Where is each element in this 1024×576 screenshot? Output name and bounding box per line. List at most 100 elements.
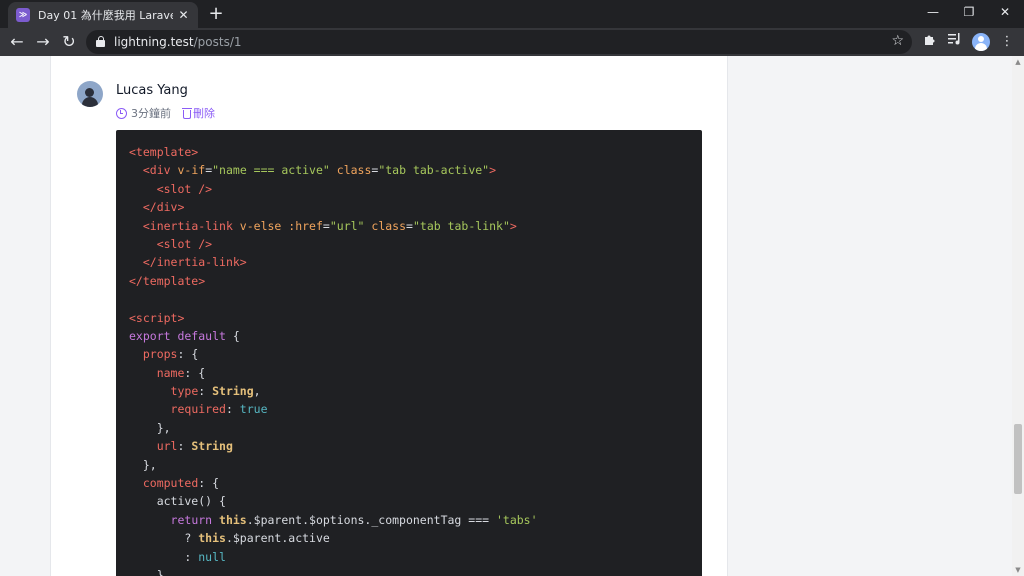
code-line: type: String, (129, 382, 702, 400)
code-token: <inertia-link (142, 218, 240, 233)
tab-close-icon[interactable]: ✕ (177, 8, 190, 22)
code-token: type (170, 384, 199, 399)
trash-icon[interactable] (182, 107, 192, 119)
tab-title: Day 01 為什麼我用 Laravel 寫 SPA (38, 9, 173, 22)
url-path: /posts/1 (193, 35, 242, 49)
code-token: = (322, 218, 330, 233)
code-token: <script> (129, 310, 185, 325)
close-window-button[interactable]: ✕ (986, 0, 1024, 24)
minimize-button[interactable]: — (914, 0, 952, 24)
code-token: : (198, 384, 213, 399)
menu-kebab-icon[interactable]: ⋮ (998, 33, 1016, 51)
code-token: : { (198, 476, 220, 491)
site-favicon-icon: ≫ (16, 8, 30, 22)
code-token: <slot /> (156, 236, 213, 251)
code-token: :href (288, 218, 323, 233)
new-tab-button[interactable]: + (206, 3, 226, 25)
code-token: active() { (129, 494, 226, 509)
code-line: computed: { (129, 474, 702, 492)
code-block: <template> <div v-if="name === active" c… (116, 130, 702, 576)
code-token: v-else (239, 218, 282, 233)
code-token: class (371, 218, 407, 233)
code-token: : (129, 549, 199, 564)
code-token: : { (184, 365, 206, 380)
code-token: v-if (177, 163, 206, 178)
avatar[interactable] (77, 81, 103, 107)
code-token: <template> (129, 145, 199, 159)
page-scrollbar[interactable]: ▲ ▼ (1012, 56, 1024, 576)
code-line: name: { (129, 364, 702, 382)
delete-button[interactable]: 刪除 (193, 105, 215, 121)
author-name[interactable]: Lucas Yang (116, 83, 188, 98)
code-token: true (239, 402, 268, 417)
code-token: return (170, 512, 220, 527)
browser-toolbar: ← → ↻ lightning.test/posts/1 ☆ ⋮ (0, 28, 1024, 56)
code-token: , (253, 384, 261, 399)
scroll-down-arrow[interactable]: ▼ (1012, 564, 1024, 576)
code-token: } (129, 567, 164, 576)
forward-button[interactable]: → (32, 31, 54, 53)
puzzle-icon[interactable] (920, 33, 938, 51)
code-token: this (198, 531, 226, 546)
address-bar[interactable]: lightning.test/posts/1 ☆ (86, 30, 912, 54)
restore-button[interactable]: ❐ (950, 0, 988, 24)
code-token: props (142, 347, 178, 362)
code-line: </inertia-link> (129, 253, 702, 271)
code-line: <script> (129, 309, 702, 327)
code-token: = (406, 218, 413, 233)
browser-tab[interactable]: ≫ Day 01 為什麼我用 Laravel 寫 SPA ✕ (8, 2, 198, 28)
bookmark-star-icon[interactable]: ☆ (891, 33, 904, 49)
code-line: active() { (129, 492, 702, 510)
media-queue-icon[interactable] (946, 33, 964, 51)
post-card: Lucas Yang 3分鐘前 刪除 <template> <div v-if=… (50, 56, 728, 576)
code-token: "name === active" (212, 163, 330, 178)
scroll-thumb[interactable] (1014, 424, 1022, 494)
code-line: <template> (129, 143, 702, 161)
post-meta: 3分鐘前 刪除 (116, 105, 215, 121)
code-token: url (156, 439, 178, 454)
code-token: </div> (142, 200, 185, 215)
code-token: <div (142, 163, 178, 178)
code-line: export default { (129, 327, 702, 345)
browser-title-bar: ≫ Day 01 為什麼我用 Laravel 寫 SPA ✕ + — ❐ ✕ (0, 0, 1024, 28)
code-line: } (129, 566, 702, 576)
code-token: : { (177, 347, 199, 362)
code-line: ? this.$parent.active (129, 529, 702, 547)
lock-icon (96, 36, 105, 47)
code-token: }, (129, 420, 171, 435)
code-token: }, (129, 457, 157, 472)
code-token: "tab tab-link" (412, 218, 510, 233)
code-line: </template> (129, 272, 702, 290)
clock-icon (116, 107, 127, 119)
code-token: .$parent.$options._componentTag === (246, 512, 496, 527)
code-token: : (225, 402, 240, 417)
code-token: </template> (129, 273, 206, 288)
code-line: }, (129, 456, 702, 474)
reload-button[interactable]: ↻ (58, 31, 80, 53)
code-token: class (336, 163, 372, 178)
url-host: lightning.test (114, 35, 194, 49)
code-line: return this.$parent.$options._componentT… (129, 511, 702, 529)
code-line: : null (129, 548, 702, 566)
code-line: <div v-if="name === active" class="tab t… (129, 161, 702, 179)
scroll-up-arrow[interactable]: ▲ (1012, 56, 1024, 68)
code-token: <slot /> (156, 181, 213, 196)
code-line: }, (129, 419, 702, 437)
code-token: { (225, 328, 240, 343)
code-line: <inertia-link v-else :href="url" class="… (129, 217, 702, 235)
page-viewport: Lucas Yang 3分鐘前 刪除 <template> <div v-if=… (0, 56, 1012, 576)
profile-avatar-icon[interactable] (972, 33, 990, 51)
code-token: required (170, 402, 226, 417)
code-token: "tab tab-active" (378, 163, 490, 178)
back-button[interactable]: ← (6, 31, 28, 53)
